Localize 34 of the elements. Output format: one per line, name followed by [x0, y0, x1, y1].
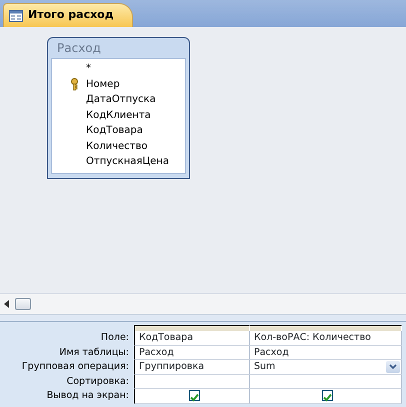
row-label: Групповая операция: [20, 360, 130, 374]
query-icon [9, 10, 23, 22]
column-selector[interactable] [134, 325, 250, 331]
scroll-left-icon[interactable] [4, 300, 9, 308]
caret-icon [389, 364, 397, 370]
column-selector[interactable] [250, 325, 402, 331]
grid-cell[interactable]: Группировка [134, 360, 250, 374]
field-name[interactable]: КодКлиента [86, 108, 151, 123]
grid-cell[interactable]: Кол-воРАС: Количество [250, 331, 402, 346]
grid-cell[interactable]: Расход [250, 346, 402, 360]
field-name[interactable]: ОтпускнаяЦена [86, 154, 169, 170]
row-label: Поле: [100, 331, 130, 345]
grid-cell[interactable]: Sum [250, 360, 402, 374]
row-label: Сортировка: [66, 374, 130, 388]
grid-cell[interactable] [134, 374, 250, 389]
grid-cell[interactable] [134, 389, 250, 404]
grid-cell[interactable]: КодТовара [134, 331, 250, 346]
scrollbar-thumb[interactable] [15, 298, 31, 310]
dropdown-button[interactable] [386, 361, 400, 373]
table-window[interactable]: Расход * Номер ДатаОтпуска КодКлиента КодТовара Количество ОтпускнаяЦена [47, 37, 190, 179]
field-name[interactable]: КодТовара [86, 123, 143, 138]
table-title: Расход [56, 40, 102, 57]
field-name[interactable]: Номер [86, 76, 120, 92]
grid-cell[interactable] [250, 374, 402, 389]
grid-cell[interactable]: Расход [134, 346, 250, 360]
grid-cell[interactable] [250, 389, 402, 404]
field-name[interactable]: * [86, 61, 91, 76]
field-name[interactable]: ДатаОтпуска [86, 92, 156, 108]
show-checkbox[interactable] [322, 390, 333, 401]
row-label: Имя таблицы: [58, 346, 130, 360]
field-name[interactable]: Количество [86, 138, 148, 154]
query-tab[interactable]: Итого расход [3, 3, 133, 27]
show-checkbox[interactable] [188, 390, 200, 401]
row-label: Вывод на экран: [46, 389, 130, 403]
